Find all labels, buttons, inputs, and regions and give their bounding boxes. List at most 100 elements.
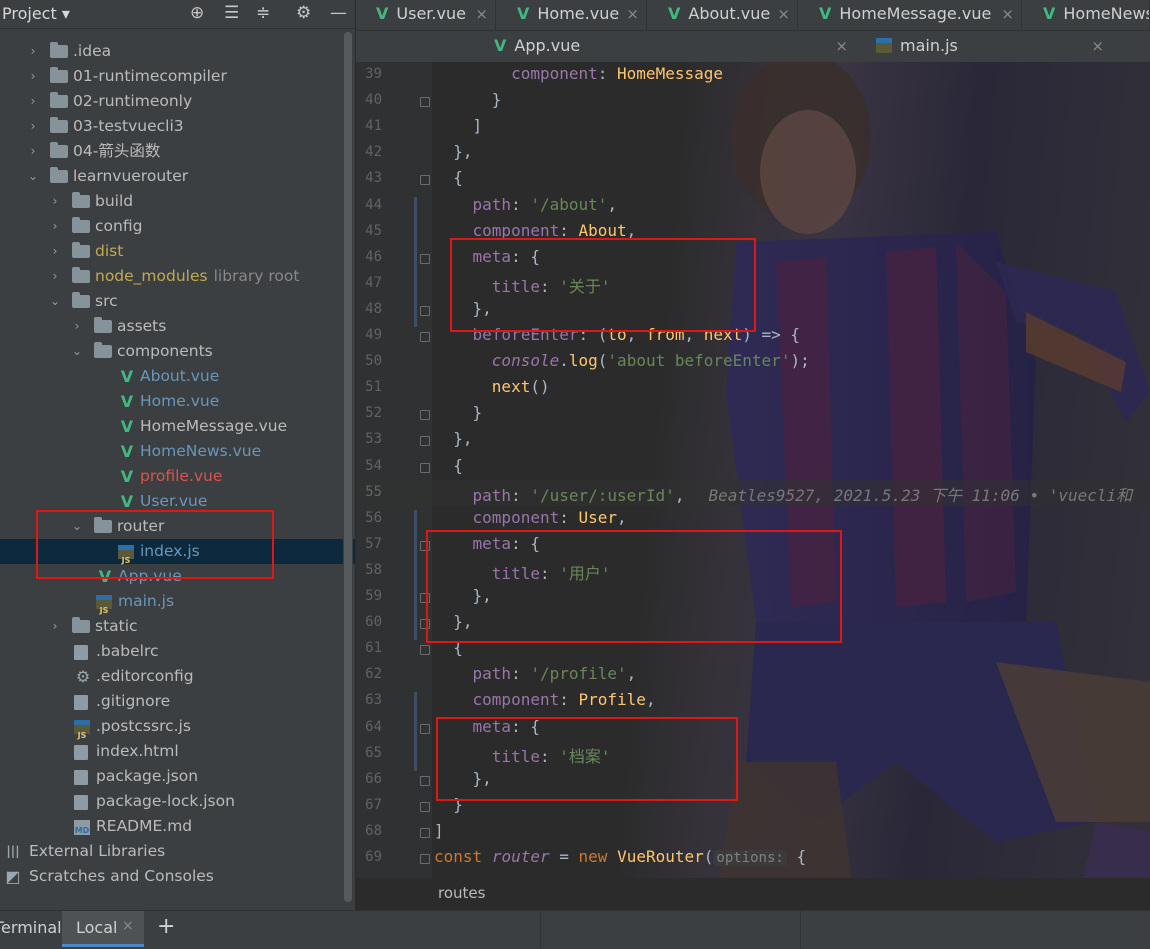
code-breadcrumb[interactable]: routes bbox=[356, 878, 1150, 910]
tree-item[interactable]: › .idea bbox=[0, 39, 355, 64]
chevron-down-icon[interactable]: ⌄ bbox=[48, 289, 62, 314]
vue-file-icon: V bbox=[120, 392, 134, 411]
editor-tab[interactable]: V HomeNews bbox=[1023, 0, 1150, 30]
chevron-right-icon[interactable]: › bbox=[26, 39, 40, 64]
tree-item[interactable]: ◩ Scratches and Consoles bbox=[0, 864, 355, 889]
tree-item[interactable]: › static bbox=[0, 614, 355, 639]
tree-item[interactable]: MD README.md bbox=[0, 814, 355, 839]
breadcrumb-item[interactable]: routes bbox=[438, 884, 485, 902]
tree-item[interactable]: index.html bbox=[0, 739, 355, 764]
fold-marker-icon[interactable] bbox=[420, 775, 430, 786]
tree-item[interactable]: .gitignore bbox=[0, 689, 355, 714]
fold-marker-icon[interactable] bbox=[420, 175, 430, 186]
locate-icon[interactable]: ⊕ bbox=[190, 3, 204, 23]
chevron-down-icon[interactable]: ⌄ bbox=[26, 164, 40, 189]
tree-item[interactable]: JS .postcssrc.js bbox=[0, 714, 355, 740]
tree-item[interactable]: Vprofile.vue bbox=[0, 464, 355, 489]
tree-item[interactable]: V About.vue bbox=[0, 364, 355, 389]
editor-tab[interactable]: V HomeMessage.vue × bbox=[799, 0, 1022, 30]
vcs-change-marker[interactable] bbox=[414, 692, 417, 771]
tree-item[interactable]: ||| External Libraries bbox=[0, 839, 355, 864]
fold-marker-icon[interactable] bbox=[420, 436, 430, 447]
editor-tab[interactable]: V Home.vue × bbox=[497, 0, 647, 30]
tree-item[interactable]: ⚙ .editorconfig bbox=[0, 664, 355, 689]
vue-file-icon: V bbox=[120, 442, 134, 461]
editor-tab[interactable]: V About.vue × bbox=[648, 0, 798, 30]
tree-item[interactable]: V HomeNews.vue bbox=[0, 439, 355, 464]
fold-marker-icon[interactable] bbox=[420, 723, 430, 734]
editor-tab[interactable]: main.js × bbox=[856, 31, 1112, 61]
fold-marker-icon[interactable] bbox=[420, 305, 430, 316]
fold-marker-icon[interactable] bbox=[420, 462, 430, 473]
close-icon[interactable]: × bbox=[1091, 32, 1104, 60]
terminal-tab-local[interactable]: Local × bbox=[62, 911, 144, 947]
tree-item[interactable]: › 03-testvuecli3 bbox=[0, 114, 355, 139]
gear-icon[interactable]: ⚙ bbox=[296, 3, 311, 23]
tree-item[interactable]: › config bbox=[0, 214, 355, 239]
chevron-right-icon[interactable]: › bbox=[26, 89, 40, 114]
add-terminal-button[interactable]: + bbox=[157, 914, 175, 939]
tree-item[interactable]: package.json bbox=[0, 764, 355, 789]
chevron-right-icon[interactable]: › bbox=[26, 114, 40, 139]
line-number: 65 bbox=[365, 744, 382, 761]
chevron-right-icon[interactable]: › bbox=[48, 214, 62, 239]
line-number: 41 bbox=[365, 118, 382, 135]
code-line: ] bbox=[434, 116, 483, 136]
sidebar-scrollbar-thumb[interactable] bbox=[344, 32, 352, 902]
code-editor[interactable]: 3940414243444546474849505152535455565758… bbox=[356, 62, 1150, 910]
tree-item[interactable]: V Home.vue bbox=[0, 389, 355, 414]
fold-marker-icon[interactable] bbox=[420, 854, 430, 864]
fold-marker-icon[interactable] bbox=[420, 645, 430, 656]
tree-item[interactable]: › node_modules library root bbox=[0, 264, 355, 289]
fold-marker-icon[interactable] bbox=[420, 332, 430, 342]
fold-marker-icon[interactable] bbox=[420, 97, 430, 108]
tree-item-text: assets bbox=[117, 317, 167, 335]
annotation-box-profile-meta bbox=[436, 717, 738, 801]
close-icon[interactable]: × bbox=[475, 0, 488, 28]
vcs-change-marker[interactable] bbox=[414, 509, 417, 641]
chevron-right-icon[interactable]: › bbox=[48, 239, 62, 264]
tree-item[interactable]: › 02-runtimeonly bbox=[0, 89, 355, 114]
project-view-dropdown[interactable]: Project ▾ bbox=[2, 4, 70, 23]
vcs-change-marker[interactable] bbox=[414, 196, 417, 327]
chevron-right-icon[interactable]: › bbox=[70, 314, 84, 339]
tree-item-label: Scratches and Consoles bbox=[29, 864, 214, 889]
close-icon[interactable]: × bbox=[777, 0, 790, 28]
chevron-right-icon[interactable]: › bbox=[48, 189, 62, 214]
tree-item[interactable]: .babelrc bbox=[0, 639, 355, 664]
tree-item[interactable]: › 01-runtimecompiler bbox=[0, 64, 355, 89]
tree-item[interactable]: › assets bbox=[0, 314, 355, 339]
fold-marker-icon[interactable] bbox=[420, 253, 430, 264]
folder-icon bbox=[50, 92, 68, 108]
code-line: path: '/user/:userId', Beatles9527, 2021.… bbox=[472, 485, 1133, 505]
expand-all-icon[interactable]: ☰ bbox=[224, 3, 239, 23]
tree-item[interactable]: › dist bbox=[0, 239, 355, 264]
close-icon[interactable]: × bbox=[626, 0, 639, 28]
js-file-icon bbox=[876, 38, 892, 53]
tree-item[interactable]: V HomeMessage.vue bbox=[0, 414, 355, 439]
fold-marker-icon[interactable] bbox=[420, 410, 430, 421]
chevron-right-icon[interactable]: › bbox=[26, 64, 40, 89]
fold-marker-icon[interactable] bbox=[420, 801, 430, 812]
line-number: 48 bbox=[365, 300, 382, 317]
close-icon[interactable]: × bbox=[122, 918, 134, 934]
chevron-right-icon[interactable]: › bbox=[26, 139, 40, 164]
fold-marker-icon[interactable] bbox=[420, 827, 430, 838]
tree-item[interactable]: ⌄ src bbox=[0, 289, 355, 314]
tree-item-text: components bbox=[117, 342, 213, 360]
tree-item[interactable]: ⌄ components bbox=[0, 339, 355, 364]
collapse-all-icon[interactable]: ≑ bbox=[256, 3, 270, 23]
close-icon[interactable]: × bbox=[835, 32, 848, 60]
chevron-down-icon[interactable]: ⌄ bbox=[70, 339, 84, 364]
tree-item[interactable]: › 04-箭头函数 bbox=[0, 139, 355, 164]
chevron-right-icon[interactable]: › bbox=[48, 614, 62, 639]
hide-panel-icon[interactable]: — bbox=[330, 3, 347, 23]
tree-item[interactable]: package-lock.json bbox=[0, 789, 355, 814]
editor-tab[interactable]: V App.vue × bbox=[476, 31, 856, 61]
editor-tab[interactable]: V User.vue × bbox=[356, 0, 496, 30]
tree-item[interactable]: JS main.js bbox=[0, 589, 355, 615]
close-icon[interactable]: × bbox=[1001, 0, 1014, 28]
chevron-right-icon[interactable]: › bbox=[48, 264, 62, 289]
tree-item[interactable]: › build bbox=[0, 189, 355, 214]
tree-item[interactable]: ⌄ learnvuerouter bbox=[0, 164, 355, 189]
